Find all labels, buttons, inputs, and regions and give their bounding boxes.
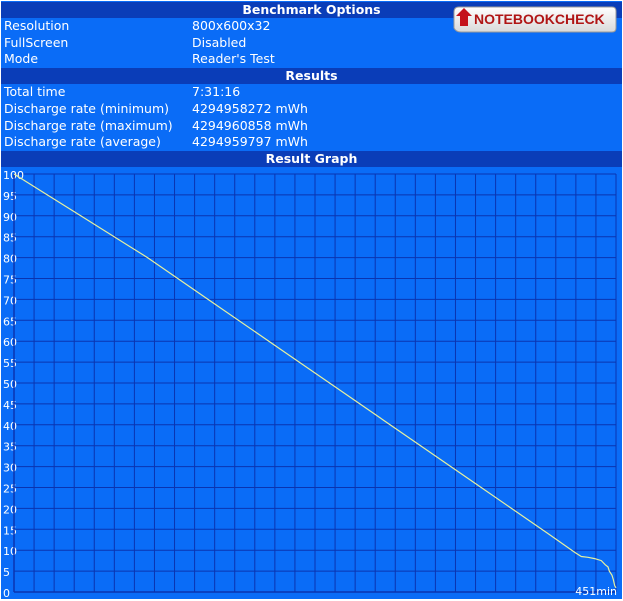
result-row-total-time: Total time 7:31:16 [1,84,622,100]
battery-benchmark-window: Benchmark Options Resolution 800x600x32 … [1,1,622,599]
y-tick-label: 95 [3,190,17,203]
y-tick-label: 45 [3,399,17,412]
logo-text: NOTEBOOKCHECK [474,11,605,27]
y-tick-label: 85 [3,232,17,245]
y-tick-label: 20 [3,503,17,516]
y-tick-label: 65 [3,315,17,328]
option-row-fullscreen: FullScreen Disabled [1,35,622,51]
result-graph-header: Result Graph [1,151,622,167]
y-tick-label: 60 [3,336,17,349]
y-tick-label: 70 [3,294,17,307]
result-value: 4294959797 mWh [192,134,308,149]
option-label: FullScreen [4,35,69,50]
result-label: Discharge rate (maximum) [4,118,173,133]
y-tick-label: 75 [3,274,17,287]
option-label: Mode [4,51,39,66]
y-tick-label: 30 [3,462,17,475]
option-value: Reader's Test [192,51,275,66]
y-tick-label: 40 [3,420,17,433]
results-header: Results [1,68,622,84]
x-end-label: 451min [575,585,617,598]
result-row-discharge-avg: Discharge rate (average) 4294959797 mWh [1,134,622,150]
result-value: 7:31:16 [192,84,241,99]
benchmark-options-title: Benchmark Options [242,2,381,17]
y-tick-label: 15 [3,524,17,537]
y-tick-label: 90 [3,211,17,224]
result-label: Discharge rate (minimum) [4,101,170,116]
y-tick-label: 0 [3,587,10,599]
notebookcheck-logo: NOTEBOOKCHECK [453,6,617,33]
discharge-line-chart: 1009590858075706560555045403530252015105… [3,169,617,599]
result-value: 4294960858 mWh [192,118,308,133]
result-value: 4294958272 mWh [192,101,308,116]
y-tick-label: 55 [3,357,17,370]
result-graph-title: Result Graph [265,151,358,166]
y-tick-label: 35 [3,441,17,454]
y-tick-label: 25 [3,483,17,496]
option-value: 800x600x32 [192,18,271,33]
y-tick-label: 50 [3,378,17,391]
result-row-discharge-max: Discharge rate (maximum) 4294960858 mWh [1,118,622,134]
result-label: Total time [4,84,66,99]
option-value: Disabled [192,35,247,50]
y-tick-label: 80 [3,253,17,266]
result-label: Discharge rate (average) [4,134,161,149]
results-title: Results [285,68,338,83]
y-tick-label: 10 [3,545,17,558]
option-label: Resolution [4,18,70,33]
option-row-mode: Mode Reader's Test [1,51,622,67]
y-tick-label: 5 [3,566,10,579]
result-row-discharge-min: Discharge rate (minimum) 4294958272 mWh [1,101,622,117]
